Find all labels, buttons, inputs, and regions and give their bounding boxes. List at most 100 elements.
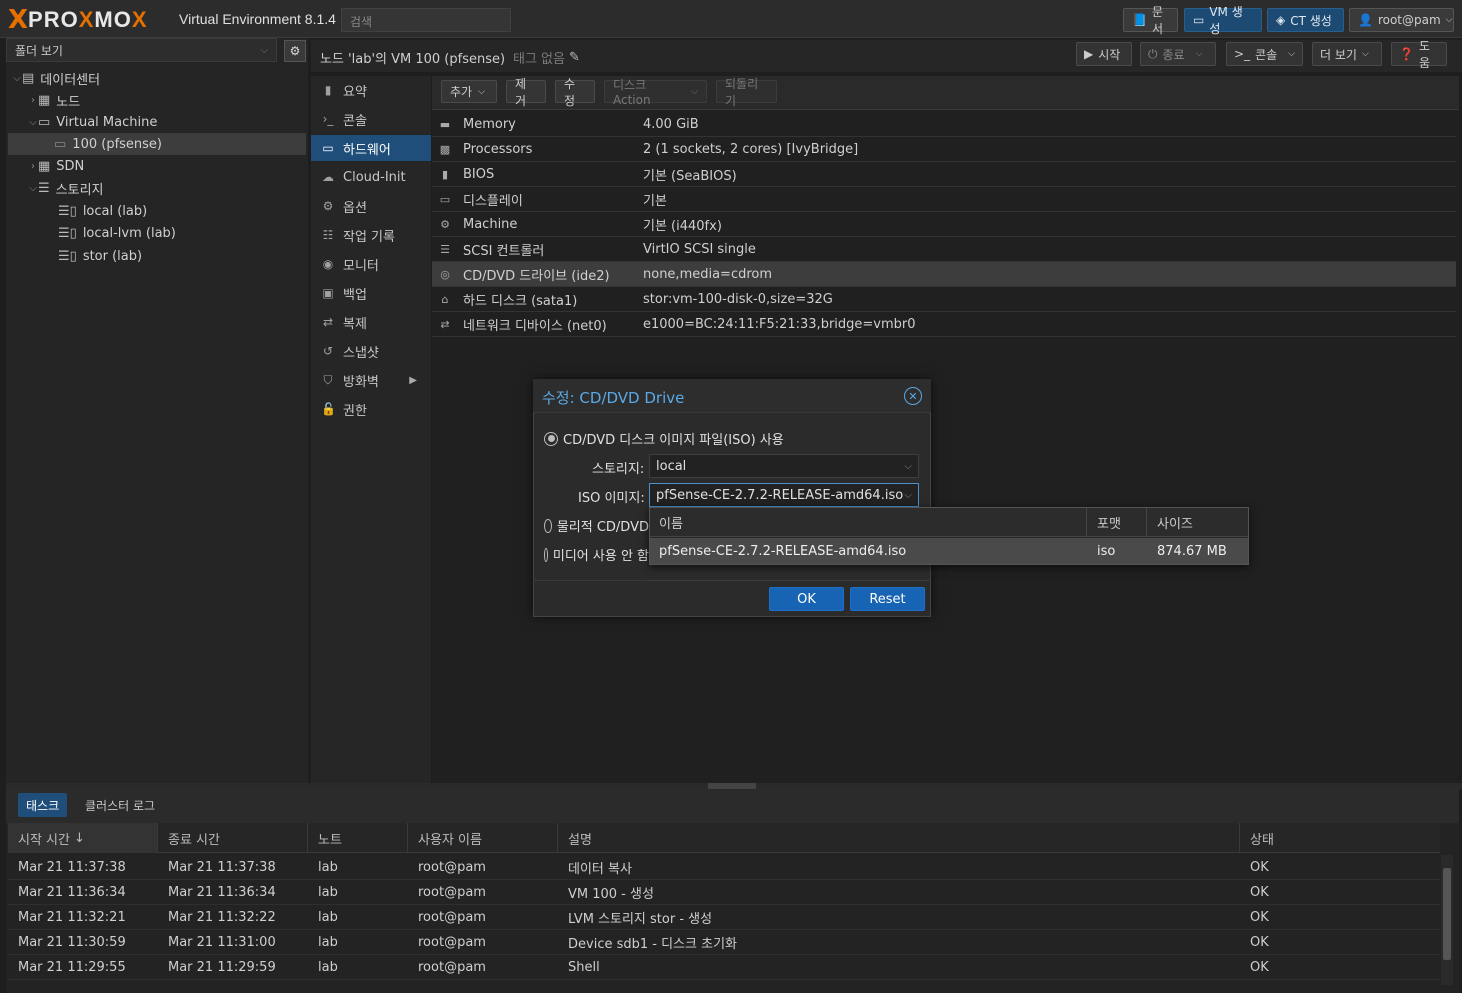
tree-item-storage[interactable]: ⌵ ☰ 스토리지: [8, 177, 306, 199]
radio-physical-drive[interactable]: 물리적 CD/DVD: [544, 516, 649, 535]
hw-row-memory[interactable]: ▬ Memory 4.00 GiB: [432, 112, 1456, 137]
hw-row-processors[interactable]: ▩ Processors 2 (1 sockets, 2 cores) [IvyBr…: [432, 137, 1456, 162]
gear-icon[interactable]: ⚙: [284, 40, 306, 62]
database-icon: ☰▯: [58, 248, 77, 264]
chevron-down-icon: ⌵: [29, 116, 37, 128]
ok-button[interactable]: OK: [769, 587, 844, 611]
console-button[interactable]: >_ 콘솔 ⌵: [1226, 42, 1303, 66]
nav-options[interactable]: ⚙ 옵션: [311, 193, 431, 219]
col-end-time[interactable]: 종료 시간: [158, 823, 308, 853]
sort-down-icon: ↓: [73, 830, 85, 846]
database-icon: ☰▯: [58, 203, 77, 219]
nav-monitor[interactable]: ◉ 모니터: [311, 251, 431, 277]
table-row[interactable]: Mar 21 11:36:34 Mar 21 11:36:34 lab root…: [8, 880, 1440, 905]
tab-cluster-log[interactable]: 클러스터 로그: [77, 793, 163, 817]
search-input[interactable]: 검색: [341, 8, 511, 32]
cogs-icon: ⚙: [440, 217, 450, 231]
history-icon: ↺: [322, 344, 334, 358]
tags-editor[interactable]: 태그 없음 ✎: [513, 48, 580, 67]
nav-replication[interactable]: ⇄ 복제: [311, 309, 431, 335]
eye-icon: ◉: [322, 257, 334, 271]
tree-item-storage-local[interactable]: ☰▯ local (lab): [8, 200, 306, 222]
book-icon: 📘: [1132, 13, 1147, 27]
revert-button[interactable]: 되돌리기: [716, 77, 777, 108]
server-rack-icon: ▤: [22, 70, 35, 86]
tree-item-node[interactable]: › ▦ 노드: [8, 89, 306, 111]
table-row[interactable]: Mar 21 11:29:55 Mar 21 11:29:59 lab root…: [8, 955, 1440, 980]
nav-summary[interactable]: ▮ 요약: [311, 77, 431, 103]
more-button[interactable]: 더 보기 ⌵: [1312, 42, 1382, 66]
list-icon: ☷: [322, 228, 334, 242]
dropdown-col-name[interactable]: 이름: [650, 508, 1087, 536]
hw-row-scsi-controller[interactable]: ☰ SCSI 컨트롤러 VirtIO SCSI single: [432, 237, 1456, 262]
database-icon: ☰: [38, 180, 50, 196]
radio-no-media[interactable]: 미디어 사용 안 함: [544, 545, 649, 564]
book-icon: ▮: [324, 83, 332, 97]
cpu-icon: ▩: [439, 142, 451, 156]
tree-item-vm-100[interactable]: ▭ 100 (pfsense): [8, 133, 306, 155]
nav-console[interactable]: ›_ 콘솔: [311, 106, 431, 132]
table-row[interactable]: Mar 21 11:32:21 Mar 21 11:32:22 lab root…: [8, 905, 1440, 930]
add-button[interactable]: 추가 ⌵: [441, 80, 497, 103]
disk-action-button[interactable]: 디스크 Action ⌵: [604, 78, 707, 107]
play-icon: ▶: [1084, 47, 1094, 61]
database-icon: ☰▯: [58, 225, 77, 241]
view-selector[interactable]: 폴더 보기 ⌵: [6, 38, 277, 62]
radio-use-iso[interactable]: CD/DVD 디스크 이미지 파일(ISO) 사용: [544, 429, 784, 448]
tree-item-storage-local-lvm[interactable]: ☰▯ local-lvm (lab): [8, 222, 306, 244]
microchip-icon: ▮: [441, 167, 449, 181]
dropdown-col-size[interactable]: 사이즈: [1147, 508, 1247, 536]
col-user[interactable]: 사용자 이름: [408, 823, 558, 853]
tab-tasks[interactable]: 태스크: [18, 793, 68, 817]
hw-row-network[interactable]: ⇄ 네트워크 디바이스 (net0) e1000=BC:24:11:F5:21:33…: [432, 312, 1456, 337]
hw-row-machine[interactable]: ⚙ Machine 기본 (i440fx): [432, 212, 1456, 237]
col-status[interactable]: 상태: [1240, 823, 1440, 853]
nav-hardware[interactable]: ▭ 하드웨어: [311, 135, 431, 161]
task-table-header: 시작 시간 ↓ 종료 시간 노트 사용자 이름 설명 상태: [8, 823, 1440, 853]
nav-task-history[interactable]: ☷ 작업 기록: [311, 222, 431, 248]
table-row[interactable]: Mar 21 11:30:59 Mar 21 11:31:00 lab root…: [8, 930, 1440, 955]
create-vm-button[interactable]: ▭ VM 생성: [1184, 5, 1262, 36]
dropdown-col-format[interactable]: 포맷: [1087, 508, 1147, 536]
tree-item-virtual-machine[interactable]: ⌵ ▭ Virtual Machine: [8, 111, 306, 133]
radio-unchecked-icon: [544, 518, 552, 533]
tree-item-sdn[interactable]: › ▦ SDN: [8, 155, 306, 177]
create-ct-button[interactable]: ◈ CT 생성: [1267, 8, 1344, 32]
nav-backup[interactable]: ▣ 백업: [311, 280, 431, 306]
scrollbar-thumb[interactable]: [1443, 868, 1451, 960]
nav-firewall[interactable]: ⛉ 방화벽 ▶: [311, 367, 431, 393]
docs-button[interactable]: 📘 문서: [1123, 5, 1178, 36]
edit-button[interactable]: 수정: [555, 77, 595, 108]
remove-button[interactable]: 제거: [506, 77, 546, 108]
table-row[interactable]: Mar 21 11:37:38 Mar 21 11:37:38 lab root…: [8, 855, 1440, 880]
start-button[interactable]: ▶ 시작: [1076, 42, 1132, 66]
iso-select[interactable]: pfSense-CE-2.7.2-RELEASE-amd64.iso ⌵: [649, 483, 919, 507]
reset-button[interactable]: Reset: [850, 587, 925, 611]
dropdown-option[interactable]: pfSense-CE-2.7.2-RELEASE-amd64.iso iso 8…: [650, 538, 1248, 564]
radio-checked-icon: [544, 431, 558, 446]
col-node[interactable]: 노트: [308, 823, 408, 853]
hw-row-cdrom[interactable]: ◎ CD/DVD 드라이브 (ide2) none,media=cdrom: [432, 262, 1456, 287]
task-tabbar: [6, 789, 1459, 823]
nav-permissions[interactable]: 🔓 권한: [311, 396, 431, 422]
storage-select[interactable]: local ⌵: [649, 454, 919, 478]
monitor-icon: ▭: [54, 136, 67, 152]
hw-row-bios[interactable]: ▮ BIOS 기본 (SeaBIOS): [432, 162, 1456, 187]
shutdown-button[interactable]: ⏻ 종료 ⌵: [1140, 42, 1216, 66]
storage-label: 스토리지:: [592, 462, 645, 477]
hdd-icon: ⌂: [441, 292, 449, 306]
help-button[interactable]: ❓ 도움: [1391, 39, 1447, 70]
col-start-time[interactable]: 시작 시간 ↓: [8, 823, 158, 853]
hw-row-display[interactable]: ▭ 디스플레이 기본: [432, 187, 1456, 212]
user-icon: 👤: [1358, 13, 1373, 27]
user-menu-button[interactable]: 👤 root@pam ⌵: [1349, 8, 1454, 32]
col-description[interactable]: 설명: [558, 823, 1240, 853]
building-icon: ▦: [38, 92, 51, 108]
nav-snapshots[interactable]: ↺ 스냅샷: [311, 338, 431, 364]
nav-cloud-init[interactable]: ☁ Cloud-Init: [311, 164, 431, 190]
cube-icon: ◈: [1276, 13, 1286, 27]
tree-item-storage-stor[interactable]: ☰▯ stor (lab): [8, 245, 306, 267]
close-icon[interactable]: ✕: [904, 387, 922, 405]
tree-item-datacenter[interactable]: ⌵ ▤ 데이터센터: [8, 67, 306, 89]
hw-row-hard-disk[interactable]: ⌂ 하드 디스크 (sata1) stor:vm-100-disk-0,size=3…: [432, 287, 1456, 312]
